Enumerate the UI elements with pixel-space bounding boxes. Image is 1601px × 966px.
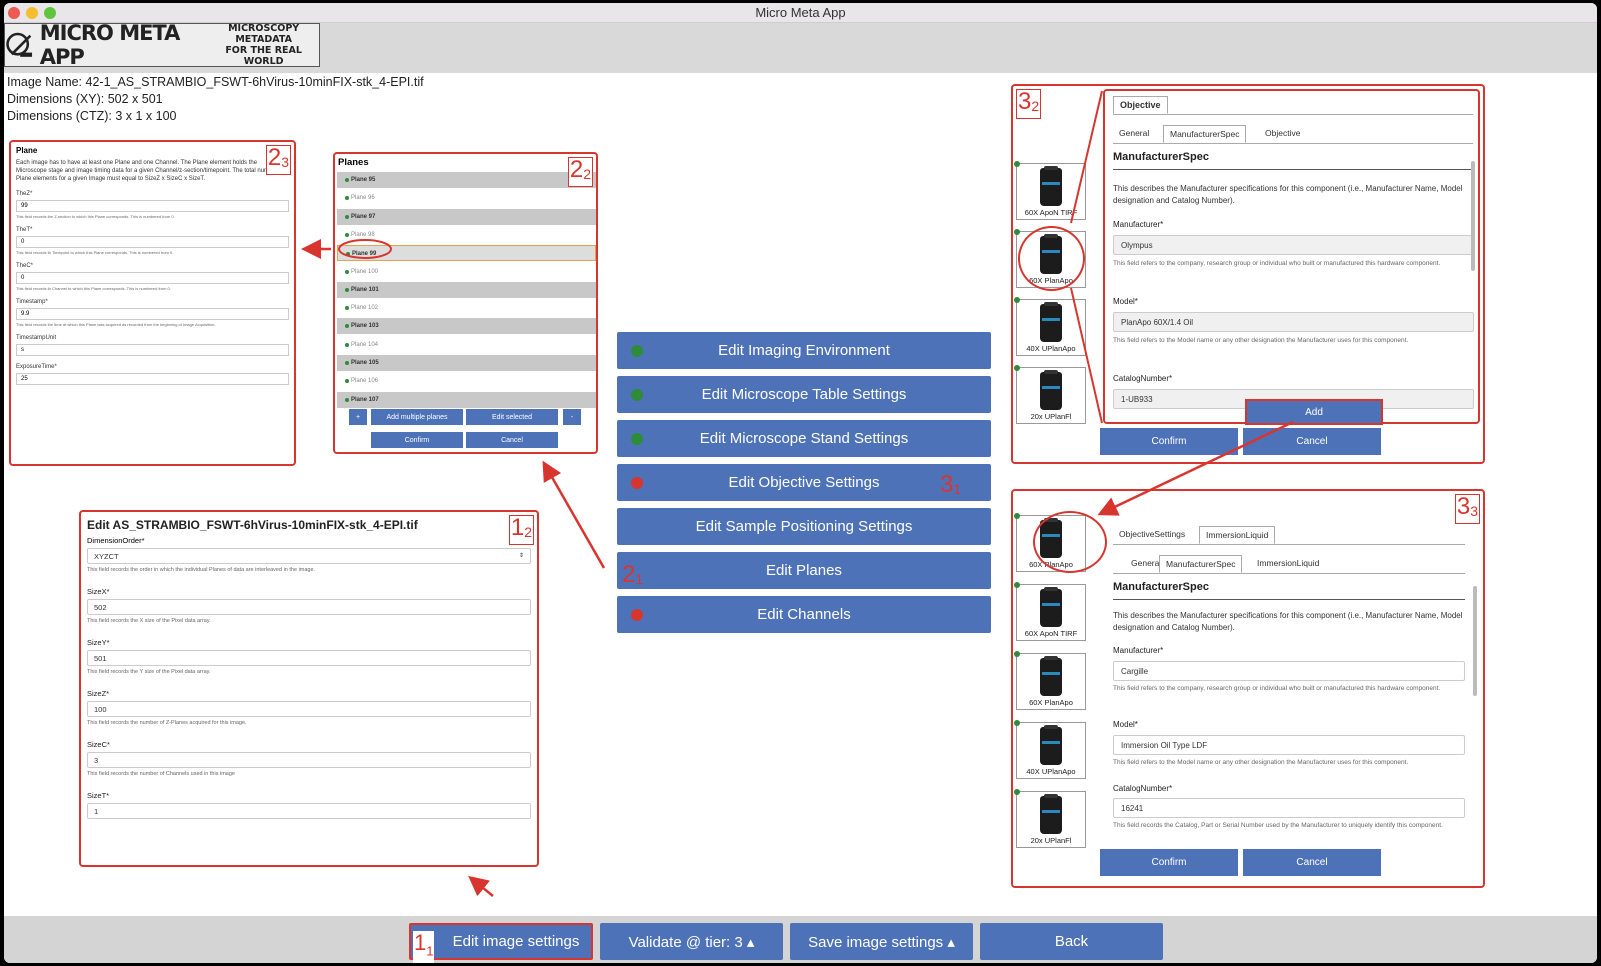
selected-plane-highlight <box>338 239 392 259</box>
arrow-3-2-to-3-3 <box>1097 420 1294 516</box>
arrow-2-1-to-2-2 <box>542 460 606 569</box>
annotation-arrows <box>301 90 1294 897</box>
zoom-line-bottom <box>1070 287 1103 424</box>
app-window: Micro Meta App MICRO META APP MICROSCOPY… <box>4 3 1597 963</box>
zoom-line-top <box>1070 90 1103 224</box>
arrow-1-1-to-1-2 <box>468 875 494 897</box>
